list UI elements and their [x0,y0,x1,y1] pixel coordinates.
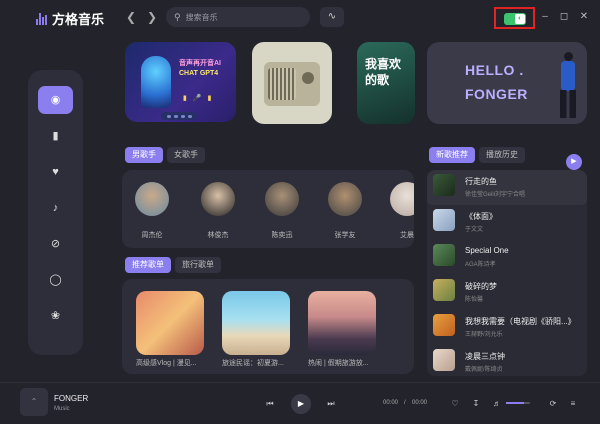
sidebar: ◉ ▮​ ♥ ♪ ⊘ ◯ ❀ [28,70,83,355]
singer-item[interactable]: 陈奕迅 [262,182,302,242]
logo-icon [36,12,47,25]
voice-search-button[interactable]: ∿ [320,7,344,27]
disc-icon: ◉ [50,94,61,106]
moon-clock-icon: ◐ [515,14,525,24]
block-icon: ⊘ [50,238,61,250]
playlist-item[interactable]: 旅途民谣：初夏游... [222,291,290,368]
search-icon: ⚲ [174,11,181,22]
skip-forward-icon: ⏭ [327,399,335,408]
app-logo: 方格音乐 [36,9,104,28]
singers-card: 周杰伦 林俊杰 陈奕迅 张学友 艾晨 [122,170,414,248]
playlist-button[interactable]: ≡ [567,398,579,410]
hello-line2: FONGER [465,86,528,102]
volume-fill [506,402,524,404]
play-icon: ▶ [297,399,305,408]
song-row[interactable]: 行走的鱼 徐佳莹Geili刘宇宁合唱 [427,170,587,205]
tab-male-singers[interactable]: 男歌手 [125,147,163,163]
waveform-icon: ∿ [327,11,337,22]
singer-item[interactable]: 艾晨 [387,182,414,242]
banner-radio[interactable] [252,42,332,124]
download-icon: ↧ [472,399,480,408]
download-button[interactable]: ↧ [470,398,482,410]
radio-image [264,62,320,106]
singer-tabs: 男歌手 女歌手 [125,147,205,163]
close-button[interactable]: ✕ [577,10,591,24]
app-title: 方格音乐 [52,12,105,27]
banner-ai[interactable]: 音声再开音AI CHAT GPT4 ▮ 🎤 ▮ [125,42,236,122]
song-list: 行走的鱼 徐佳莹Geili刘宇宁合唱 《体面》 于文文 Special One AGA… [427,170,587,376]
banner-ai-line1: 音声再开音AI [179,60,221,67]
song-row[interactable]: Special One AGA陈诗孝 [427,240,587,275]
tab-play-history[interactable]: 播放历史 [479,147,525,163]
switch-icon: ◯ [49,274,62,286]
now-playing-title: FONGER [54,394,89,403]
sidebar-item-favorites[interactable]: ♥ [38,158,73,186]
banner-media-icons: ▮ 🎤 ▮ [183,95,212,102]
leaf-icon: ❀ [50,310,61,322]
singer-item[interactable]: 林俊杰 [198,182,238,242]
singer-item[interactable]: 张学友 [325,182,365,242]
song-row[interactable]: 凌晨三点钟 戴佩妮/陈绮贞 [427,345,587,376]
song-list-tabs: 新歌推荐 播放历史 [429,147,525,163]
sidebar-item-block[interactable]: ⊘ [38,230,73,258]
person-illustration [557,52,581,118]
playlists-card: 高级感Vlog | 漫见... 旅途民谣：初夏游... 热闹 | 假期旅游放..… [122,279,414,374]
bar-chart-icon: ▮​ [52,130,59,142]
robot-image [141,56,171,108]
song-row[interactable]: 《体面》 于文文 [427,205,587,240]
queue-icon: ≡ [570,399,576,408]
banner-favorite-text: 我喜欢的歌 [365,57,402,87]
tab-travel-playlists[interactable]: 旅行歌单 [175,257,221,273]
current-time: 00:00 [383,400,399,406]
speaker-icon: ♬ [493,399,501,408]
loop-button[interactable]: ⟳ [547,398,559,410]
search-input[interactable] [185,12,296,22]
like-button[interactable]: ♡ [449,398,461,410]
repeat-icon: ⟳ [549,399,557,408]
sidebar-item-music[interactable]: ♪ [38,194,73,222]
song-row[interactable]: 我想我需要（电视剧《骄阳...》 王赫野/刘允乐 [427,310,587,345]
music-note-icon: ♪ [52,202,59,214]
volume-slider[interactable] [506,402,530,404]
carousel-dots[interactable] [161,112,197,120]
next-button[interactable]: ⏭ [325,398,337,410]
banner-favorite-songs[interactable]: 我喜欢的歌 [357,42,415,124]
previous-button[interactable]: ⏮ [264,398,276,410]
sidebar-item-toggle[interactable]: ◯ [38,266,73,294]
play-all-button[interactable]: ▶ [566,154,582,170]
singer-item[interactable]: 周杰伦 [132,182,172,242]
forward-button[interactable]: ❯ [145,9,159,25]
minimize-button[interactable]: – [538,10,552,24]
play-pause-button[interactable]: ▶ [291,394,311,414]
volume-button[interactable]: ♬ [491,398,503,410]
hello-line1: HELLO . [465,62,524,78]
sidebar-item-charts[interactable]: ▮​ [38,122,73,150]
playlist-item[interactable]: 高级感Vlog | 漫见... [136,291,204,368]
skip-back-icon: ⏮ [266,399,274,408]
song-row[interactable]: 破碎的梦 陈怡馨 [427,275,587,310]
tab-female-singers[interactable]: 女歌手 [167,147,205,163]
playlist-tabs: 推荐歌单 旅行歌单 [125,257,221,273]
theme-toggle[interactable]: ◐ [504,13,526,25]
chevron-up-icon: ⌃ [30,397,38,406]
now-playing-subtitle: Music [54,406,70,412]
sidebar-item-leaf[interactable]: ❀ [38,302,73,330]
playlist-item[interactable]: 热闹 | 假期旅游放... [308,291,376,368]
banner-ai-line2: CHAT GPT4 [179,70,219,77]
heart-icon: ♡ [451,399,459,408]
heart-icon: ♥ [52,166,59,178]
maximize-button[interactable]: ◻ [557,10,571,24]
sidebar-item-discover[interactable]: ◉ [38,86,73,114]
hello-card: HELLO . FONGER [427,42,587,124]
theme-toggle-highlight: ◐ [494,7,535,29]
tab-recommended-playlists[interactable]: 推荐歌单 [125,257,171,273]
tab-new-songs[interactable]: 新歌推荐 [429,147,475,163]
back-button[interactable]: ❮ [124,9,138,25]
total-time: 00:00 [412,400,428,406]
search-bar[interactable]: ⚲ [166,7,310,27]
now-playing-cover[interactable]: ⌃ [20,388,48,416]
time-separator: / [404,400,406,406]
play-icon: ▶ [571,158,577,165]
